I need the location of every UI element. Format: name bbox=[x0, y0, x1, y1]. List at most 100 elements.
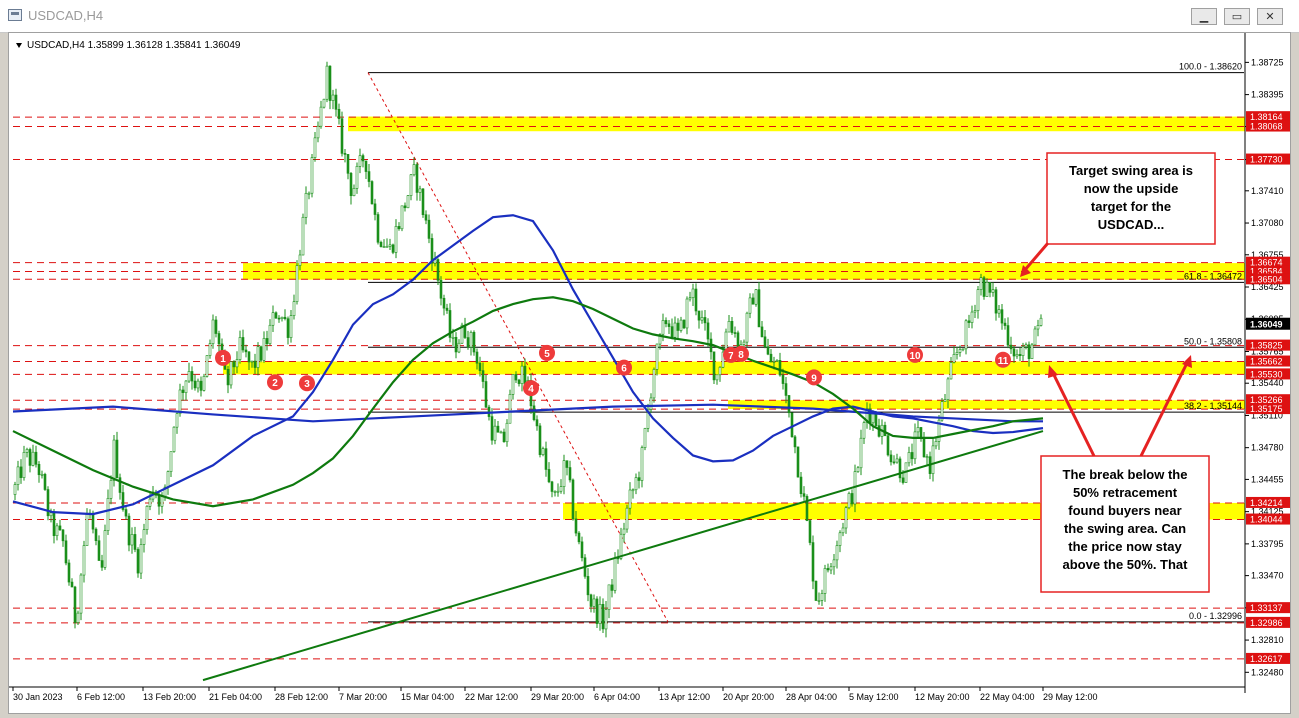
candle-body bbox=[226, 369, 230, 386]
price-label-text: 1.36504 bbox=[1250, 274, 1283, 284]
candle-body bbox=[976, 289, 980, 311]
price-tick-label: 1.33470 bbox=[1251, 571, 1284, 581]
candle-body bbox=[547, 469, 551, 483]
candle-body bbox=[799, 476, 803, 494]
price-tick-label: 1.32480 bbox=[1251, 667, 1284, 677]
candle-body bbox=[325, 65, 329, 100]
candle-body bbox=[895, 458, 899, 463]
candle-body bbox=[340, 118, 344, 154]
swing-marker-label-5: 5 bbox=[544, 349, 550, 360]
candle-body bbox=[316, 125, 320, 139]
annotation-bottom-line-5: the price now stay bbox=[1068, 539, 1182, 554]
candle-body bbox=[205, 355, 209, 377]
candle-body bbox=[346, 154, 350, 174]
candle-body bbox=[892, 461, 896, 464]
candle-body bbox=[82, 545, 86, 576]
candle-body bbox=[478, 362, 482, 371]
time-tick-label: 6 Feb 12:00 bbox=[77, 692, 125, 702]
candle-body bbox=[682, 319, 686, 329]
candle-body bbox=[25, 449, 29, 453]
candle-body bbox=[253, 360, 257, 368]
candle-body bbox=[778, 360, 782, 376]
candle-body bbox=[379, 241, 383, 247]
time-tick-label: 22 Mar 12:00 bbox=[465, 692, 518, 702]
candle-body bbox=[367, 171, 371, 182]
candle-body bbox=[643, 428, 647, 448]
candle-body bbox=[910, 452, 914, 460]
candle-body bbox=[958, 349, 962, 353]
swing-marker-label-4: 4 bbox=[528, 384, 534, 395]
swing-marker-label-11: 11 bbox=[998, 356, 1009, 367]
candle-body bbox=[496, 425, 500, 433]
candle-body bbox=[985, 282, 989, 297]
minimize-button[interactable]: ▁ bbox=[1191, 8, 1217, 25]
fib-label-3: 38.2 - 1.35144 bbox=[1184, 401, 1242, 411]
candle-body bbox=[283, 316, 287, 320]
maximize-button[interactable]: ▭ bbox=[1224, 8, 1250, 25]
candle-body bbox=[730, 321, 734, 333]
candle-body bbox=[517, 379, 521, 384]
candle-body bbox=[592, 598, 596, 607]
candle-body bbox=[313, 137, 317, 158]
candle-body bbox=[298, 254, 302, 266]
candle-body bbox=[919, 427, 923, 438]
candle-body bbox=[67, 562, 71, 583]
candle-body bbox=[370, 181, 374, 205]
candle-body bbox=[784, 383, 788, 396]
candle-body bbox=[211, 319, 215, 344]
candle-body bbox=[19, 466, 23, 478]
candle-body bbox=[412, 164, 416, 176]
candle-body bbox=[862, 422, 866, 439]
candle-body bbox=[556, 490, 560, 493]
candle-body bbox=[310, 157, 314, 194]
price-chart[interactable]: 100.0 - 1.38620 61.8 - 1.36472 50.0 - 1.35… bbox=[9, 33, 1291, 714]
time-tick-label: 28 Apr 04:00 bbox=[786, 692, 837, 702]
candle-body bbox=[424, 214, 428, 221]
candle-body bbox=[160, 496, 164, 507]
candle-body bbox=[262, 338, 266, 361]
candle-body bbox=[802, 493, 806, 497]
candle-body bbox=[781, 374, 785, 384]
candle-body bbox=[256, 346, 260, 368]
candle-body bbox=[877, 425, 881, 437]
candle-body bbox=[28, 449, 32, 466]
candle-body bbox=[421, 188, 425, 215]
candle-body bbox=[967, 320, 971, 323]
candle-body bbox=[406, 195, 410, 209]
price-label-text: 1.35662 bbox=[1250, 357, 1283, 367]
time-tick-label: 15 Mar 04:00 bbox=[401, 692, 454, 702]
candle-body bbox=[352, 188, 356, 197]
candle-body bbox=[559, 486, 563, 492]
candle-body bbox=[70, 581, 74, 588]
candle-body bbox=[382, 246, 386, 248]
fib-label-2: 50.0 - 1.35808 bbox=[1184, 336, 1242, 346]
candle-body bbox=[673, 322, 677, 338]
candle-body bbox=[292, 301, 296, 316]
candle-body bbox=[931, 445, 935, 474]
candle-body bbox=[1006, 325, 1010, 346]
candle-body bbox=[649, 397, 653, 410]
candle-body bbox=[388, 244, 392, 247]
candle-body bbox=[76, 612, 80, 623]
time-tick-label: 22 May 04:00 bbox=[980, 692, 1035, 702]
candle-body bbox=[580, 541, 584, 559]
fib-label-0: 100.0 - 1.38620 bbox=[1179, 62, 1242, 72]
candle-body bbox=[331, 94, 335, 101]
candle-body bbox=[466, 337, 470, 348]
candle-body bbox=[322, 98, 326, 108]
candle-body bbox=[886, 435, 890, 456]
candle-body bbox=[715, 374, 719, 381]
candle-body bbox=[829, 566, 833, 571]
candle-body bbox=[595, 598, 599, 624]
candle-body bbox=[772, 361, 776, 363]
candle-body bbox=[79, 574, 83, 614]
candle-body bbox=[562, 460, 566, 487]
chart-panel[interactable]: 100.0 - 1.38620 61.8 - 1.36472 50.0 - 1.35… bbox=[8, 32, 1291, 714]
candle-body bbox=[514, 374, 518, 381]
candle-body bbox=[574, 518, 578, 534]
candle-body bbox=[232, 361, 236, 368]
candle-body bbox=[697, 310, 701, 321]
candle-body bbox=[61, 529, 65, 542]
candle-body bbox=[970, 311, 974, 323]
close-button[interactable]: ✕ bbox=[1257, 8, 1283, 25]
